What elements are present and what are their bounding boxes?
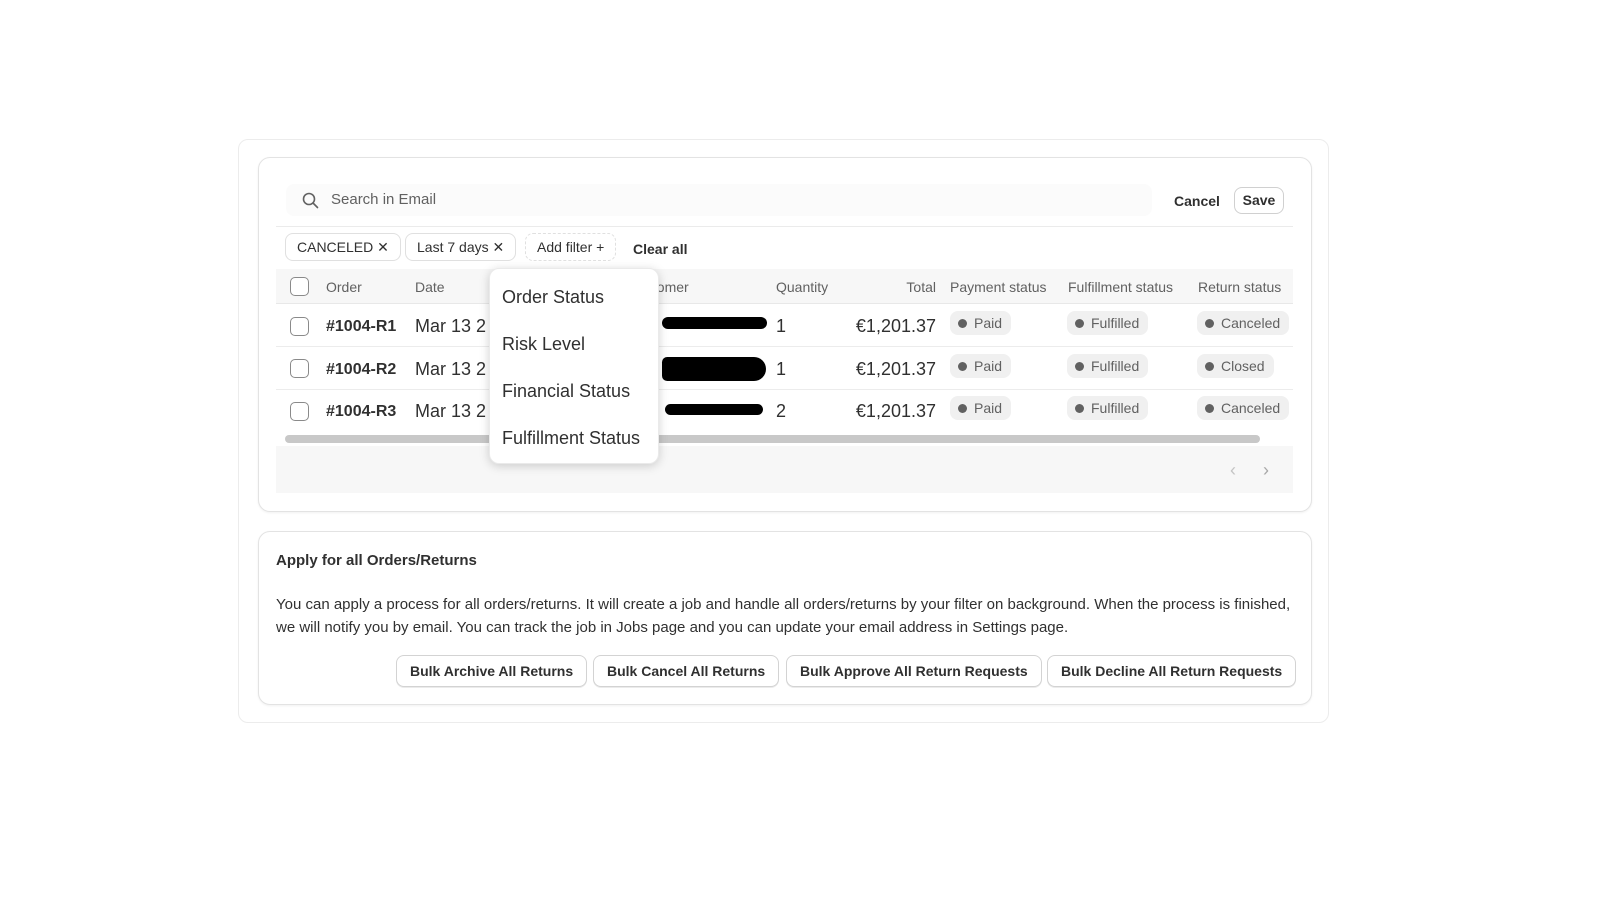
search-input[interactable]: Search in Email <box>286 184 1152 216</box>
fulfillment-status-badge: Fulfilled <box>1067 311 1149 335</box>
add-filter-dropdown: Order Status Risk Level Financial Status… <box>489 268 659 464</box>
fulfillment-status-badge: Fulfilled <box>1067 354 1149 378</box>
return-status-badge: Canceled <box>1197 311 1290 335</box>
column-date[interactable]: Date <box>415 279 445 295</box>
quantity: 1 <box>776 359 787 379</box>
bulk-description: You can apply a process for all orders/r… <box>276 596 1291 636</box>
return-status-badge: Closed <box>1197 354 1274 378</box>
order-date: Mar 13 2 <box>415 359 487 379</box>
order-date: Mar 13 2 <box>415 316 487 336</box>
column-order[interactable]: Order <box>326 279 362 295</box>
fulfillment-status-badge: Fulfilled <box>1067 396 1149 420</box>
order-id[interactable]: #1004-R1 <box>326 318 396 336</box>
search-icon <box>302 192 319 209</box>
bulk-approve-button[interactable]: Bulk Approve All Return Requests <box>786 655 1042 687</box>
redacted-customer <box>662 317 767 329</box>
close-icon[interactable]: ✕ <box>377 239 389 255</box>
order-id[interactable]: #1004-R2 <box>326 361 396 379</box>
row-checkbox[interactable] <box>290 402 309 421</box>
row-checkbox[interactable] <box>290 359 309 378</box>
redacted-customer <box>665 404 763 415</box>
payment-status-badge: Paid <box>950 311 1012 335</box>
bulk-title: Apply for all Orders/Returns <box>276 552 477 569</box>
add-filter-button[interactable]: Add filter + <box>525 233 617 261</box>
row-checkbox[interactable] <box>290 317 309 336</box>
select-all-checkbox[interactable] <box>290 277 309 296</box>
dropdown-item-risk-level[interactable]: Risk Level <box>502 334 585 355</box>
pagination-footer <box>276 446 1293 493</box>
order-id[interactable]: #1004-R3 <box>326 403 396 421</box>
bulk-decline-button[interactable]: Bulk Decline All Return Requests <box>1047 655 1297 687</box>
dropdown-item-financial-status[interactable]: Financial Status <box>502 381 630 402</box>
total: €1,201.37 <box>855 316 936 336</box>
payment-status-badge: Paid <box>950 396 1012 420</box>
chevron-left-icon[interactable]: ‹ <box>1230 460 1236 481</box>
bulk-cancel-button[interactable]: Bulk Cancel All Returns <box>593 655 780 687</box>
save-button[interactable]: Save <box>1234 187 1284 214</box>
redacted-customer <box>662 357 766 381</box>
return-status-badge: Canceled <box>1197 396 1290 420</box>
dropdown-item-order-status[interactable]: Order Status <box>502 287 604 308</box>
clear-all-button[interactable]: Clear all <box>633 241 687 257</box>
column-fulfillment-status[interactable]: Fulfillment status <box>1068 279 1173 295</box>
payment-status-badge: Paid <box>950 354 1012 378</box>
horizontal-scrollbar[interactable] <box>285 435 1260 443</box>
column-payment-status[interactable]: Payment status <box>950 279 1047 295</box>
chevron-right-icon[interactable]: › <box>1263 460 1269 481</box>
quantity: 2 <box>776 401 787 421</box>
column-total[interactable]: Total <box>880 279 936 295</box>
cancel-button[interactable]: Cancel <box>1174 193 1220 209</box>
total: €1,201.37 <box>855 401 936 421</box>
close-icon[interactable]: ✕ <box>493 239 505 255</box>
bulk-archive-button[interactable]: Bulk Archive All Returns <box>396 655 588 687</box>
divider <box>276 226 1293 227</box>
dropdown-item-fulfillment-status[interactable]: Fulfillment Status <box>502 428 640 449</box>
order-date: Mar 13 2 <box>415 401 487 421</box>
column-quantity[interactable]: Quantity <box>776 279 828 295</box>
search-placeholder: Search in Email <box>331 191 437 208</box>
filter-chip-last-7-days[interactable]: Last 7 days ✕ <box>405 233 517 261</box>
filter-chip-canceled[interactable]: CANCELED ✕ <box>285 233 401 261</box>
chip-label: Last 7 days <box>417 239 489 255</box>
total: €1,201.37 <box>855 359 936 379</box>
quantity: 1 <box>776 316 787 336</box>
column-return-status[interactable]: Return status <box>1198 279 1281 295</box>
chip-label: CANCELED <box>297 239 374 255</box>
